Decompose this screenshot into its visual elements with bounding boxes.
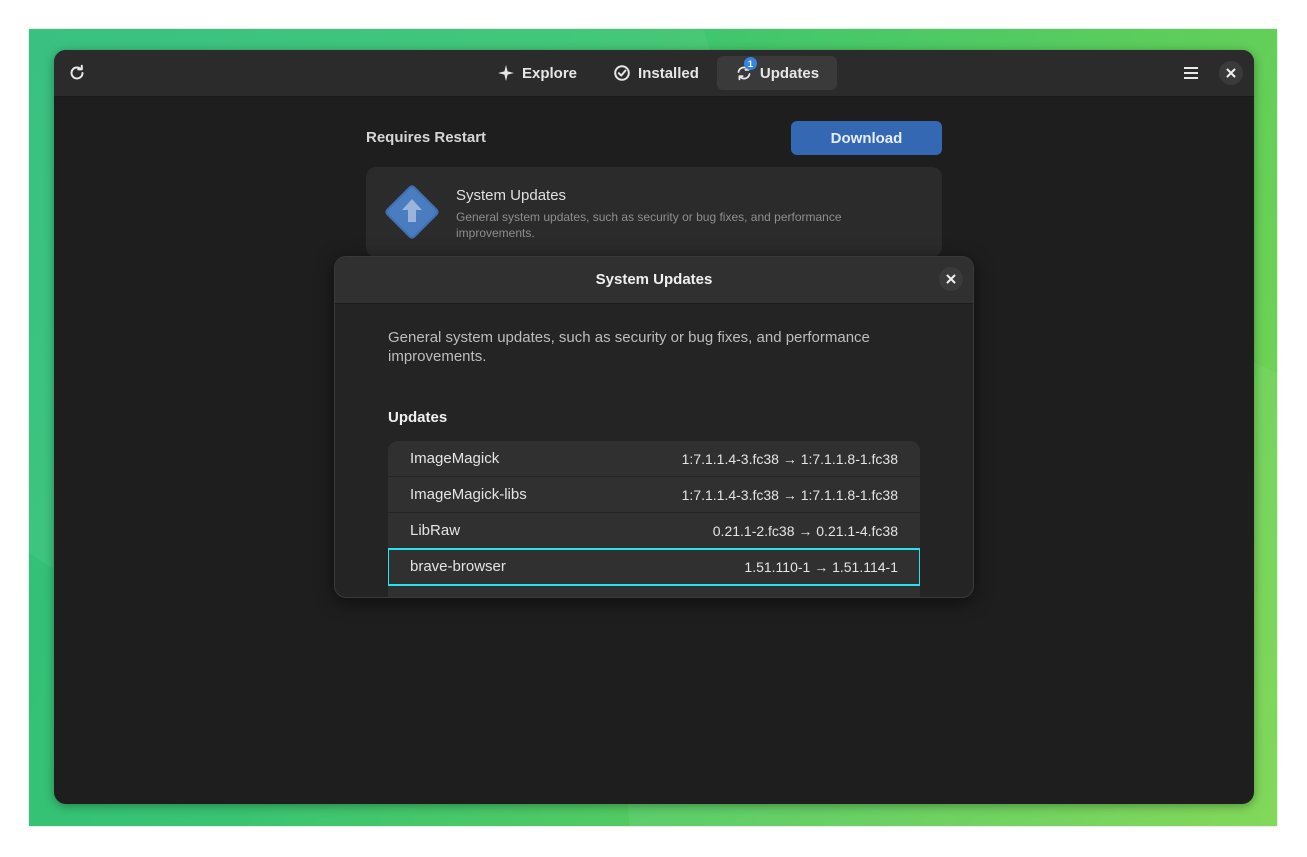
update-row-imagemagick-libs[interactable]: ImageMagick-libs 1:7.1.1.4-3.fc38 → 1:7.… [388,477,920,513]
updates-heading: Updates [388,409,448,426]
system-updates-description: General system updates, such as security… [456,210,842,240]
package-name: ImageMagick [410,450,500,467]
package-version: 1:7.1.1.4-3.fc38 → 1:7.1.1.8-1.fc38 [681,486,898,503]
updates-sync-icon: 1 [735,57,757,82]
package-version: 1:7.1.1.4-3.fc38 → 1:7.1.1.8-1.fc38 [681,450,898,467]
system-updates-name: System Updates [456,187,567,204]
view-switcher: Explore Installed 1 Updates [479,56,838,90]
system-updates-dialog: System Updates General system updates, s… [334,256,974,598]
updates-count-badge: 1 [743,57,757,70]
update-row-partial[interactable]: ... ... [388,585,920,598]
dialog-close-button[interactable] [939,267,963,291]
package-version: ... [886,595,898,598]
download-button[interactable]: Download [791,121,942,155]
main-menu-button[interactable] [1176,58,1206,88]
close-icon [1226,68,1236,78]
dialog-description: General system updates, such as security… [388,329,870,365]
tab-installed[interactable]: Installed [595,56,717,90]
system-updates-card[interactable]: System Updates General system updates, s… [366,167,942,257]
dialog-header: System Updates [335,257,973,304]
section-title: Requires Restart [366,129,487,146]
close-icon [946,274,956,284]
package-name: brave-browser [410,558,506,575]
updates-list: ImageMagick 1:7.1.1.4-3.fc38 → 1:7.1.1.8… [388,441,920,598]
window-close-button[interactable] [1216,58,1246,88]
hamburger-menu-icon [1184,67,1198,79]
refresh-button[interactable] [62,58,92,88]
package-version: 1.51.110-1 → 1.51.114-1 [744,558,898,575]
tab-updates[interactable]: 1 Updates [716,56,838,90]
tab-installed-label: Installed [638,64,699,82]
package-name: ImageMagick-libs [410,486,527,503]
update-row-imagemagick[interactable]: ImageMagick 1:7.1.1.4-3.fc38 → 1:7.1.1.8… [388,441,920,477]
check-circle-icon [613,64,631,82]
explore-star-icon [497,64,515,82]
update-row-libraw[interactable]: LibRaw 0.21.1-2.fc38 → 0.21.1-4.fc38 [388,513,920,549]
refresh-icon [70,64,84,80]
window-close-circle [1219,61,1243,85]
package-name: ... [410,594,423,597]
tab-explore[interactable]: Explore [479,56,595,90]
header-bar: Explore Installed 1 Updates [54,50,1254,97]
package-version: 0.21.1-2.fc38 → 0.21.1-4.fc38 [712,522,898,539]
update-row-brave-browser[interactable]: brave-browser 1.51.110-1 → 1.51.114-1 [388,548,920,586]
system-update-arrow-icon [385,185,439,239]
package-name: LibRaw [410,522,461,539]
tab-explore-label: Explore [522,64,578,82]
tab-updates-label: Updates [759,64,820,82]
dialog-title: System Updates [595,271,713,288]
